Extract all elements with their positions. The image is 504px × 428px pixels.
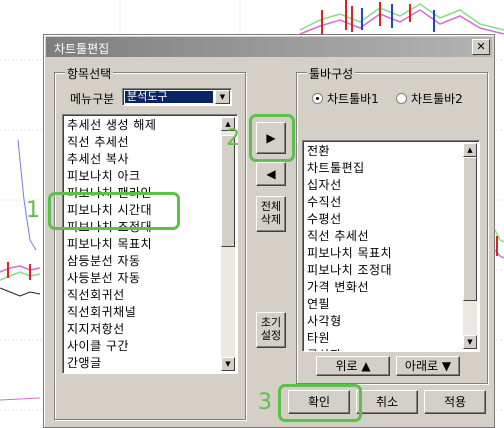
list-item[interactable]: 사이클 구간	[65, 338, 221, 355]
list-item[interactable]: 직선 추세선	[305, 228, 463, 245]
move-up-button[interactable]: 위로 ▲	[316, 356, 390, 376]
toolbar-config-legend: 툴바구성	[307, 65, 356, 82]
list-item[interactable]: 차트툴편집	[305, 160, 463, 177]
list-item[interactable]: 가격 변화선	[305, 279, 463, 296]
list-item[interactable]: 피보나치 목표치	[305, 245, 463, 262]
remove-all-button[interactable]: 전체 삭제	[256, 196, 286, 232]
move-up-label: 위로 ▲	[335, 359, 371, 373]
apply-label: 적용	[443, 395, 467, 409]
radio-unchecked-icon	[396, 93, 407, 104]
toolbar2-radio[interactable]: 차트툴바2	[396, 90, 463, 107]
list-item[interactable]: 피보나치 조정대	[305, 262, 463, 279]
annotation-box-1	[48, 192, 180, 230]
reset-label-2: 설정	[260, 329, 282, 342]
scroll-thumb[interactable]	[463, 157, 477, 301]
scroll-down-icon[interactable]: ▼	[221, 357, 235, 371]
list-item[interactable]: 간앵글	[65, 355, 221, 372]
move-down-button[interactable]: 아래로 ▼	[396, 356, 460, 376]
move-down-label: 아래로 ▼	[404, 359, 452, 373]
available-items-scrollbar[interactable]: ▲ ▼	[221, 117, 235, 371]
menu-category-value: 분석도구	[125, 91, 213, 103]
list-item[interactable]: 직선회귀선	[65, 287, 221, 304]
list-item[interactable]: 조정백분율	[65, 372, 221, 373]
annotation-number-2: 2	[226, 126, 240, 151]
annotation-number-1: 1	[26, 198, 40, 223]
toolbar1-radio-label: 차트툴바1	[327, 92, 379, 106]
list-item[interactable]: 사각형	[305, 313, 463, 330]
annotation-box-3	[278, 384, 362, 422]
list-item[interactable]: 추세선 복사	[65, 151, 221, 168]
close-button[interactable]: ✕	[472, 39, 490, 55]
list-item[interactable]: 수직선	[305, 194, 463, 211]
scroll-down-icon[interactable]: ▼	[463, 335, 477, 349]
remove-all-label-2: 삭제	[260, 213, 282, 226]
remove-item-button[interactable]: ◀	[256, 162, 286, 186]
menu-category-label: 메뉴구분	[70, 92, 115, 106]
annotation-number-3: 3	[258, 390, 272, 415]
list-item[interactable]: 전환	[305, 143, 463, 160]
list-item[interactable]: 삼등분선 자동	[65, 253, 221, 270]
list-item[interactable]: 글상자	[305, 347, 463, 351]
list-item[interactable]: 추세선 생성 해제	[65, 117, 221, 134]
reset-button[interactable]: 초기 설정	[256, 312, 286, 348]
toolbar2-radio-label: 차트툴바2	[411, 92, 463, 106]
apply-button[interactable]: 적용	[424, 390, 486, 414]
toolbar-items-list[interactable]: 전환 차트툴편집 십자선 수직선 수평선 직선 추세선 피보나치 목표치 피보나치 조정대 가격…	[302, 140, 480, 352]
available-items-list[interactable]: 추세선 생성 해제 직선 추세선 추세선 복사 피보나치 아크 피보나치 팬라인 피보나치…	[62, 114, 238, 374]
list-item[interactable]: 타원	[305, 330, 463, 347]
list-item[interactable]: 피보나치 아크	[65, 168, 221, 185]
dialog-title: 차트툴편집	[54, 42, 110, 56]
menu-category-select[interactable]: 분석도구 ▼	[122, 88, 232, 106]
scroll-up-icon[interactable]: ▲	[463, 143, 477, 157]
toolbar-items: 전환 차트툴편집 십자선 수직선 수평선 직선 추세선 피보나치 목표치 피보나치 조정대 가격…	[305, 143, 463, 351]
list-item[interactable]: 직선 추세선	[65, 134, 221, 151]
list-item[interactable]: 직선회귀채널	[65, 304, 221, 321]
toolbar1-radio[interactable]: 차트툴바1	[312, 90, 379, 107]
chevron-down-icon[interactable]: ▼	[215, 90, 230, 104]
remove-all-label-1: 전체	[260, 200, 282, 213]
annotation-box-2	[249, 114, 295, 162]
list-item[interactable]: 십자선	[305, 177, 463, 194]
list-item[interactable]: 지지저항선	[65, 321, 221, 338]
dialog-titlebar[interactable]: 차트툴편집 ✕	[46, 37, 492, 57]
toolbar-items-scrollbar[interactable]: ▲ ▼	[463, 143, 477, 349]
cancel-label: 취소	[375, 395, 399, 409]
list-item[interactable]: 사등분선 자동	[65, 270, 221, 287]
reset-label-1: 초기	[260, 316, 282, 329]
list-item[interactable]: 연필	[305, 296, 463, 313]
item-select-legend: 항목선택	[65, 65, 114, 82]
close-icon: ✕	[476, 40, 486, 53]
arrow-left-icon: ◀	[266, 167, 276, 181]
scroll-thumb[interactable]	[221, 135, 235, 247]
cancel-button[interactable]: 취소	[356, 390, 418, 414]
list-item[interactable]: 피보나치 목표치	[65, 236, 221, 253]
list-item[interactable]: 수평선	[305, 211, 463, 228]
radio-checked-icon	[312, 93, 323, 104]
available-items: 추세선 생성 해제 직선 추세선 추세선 복사 피보나치 아크 피보나치 팬라인 피보나치…	[65, 117, 221, 373]
